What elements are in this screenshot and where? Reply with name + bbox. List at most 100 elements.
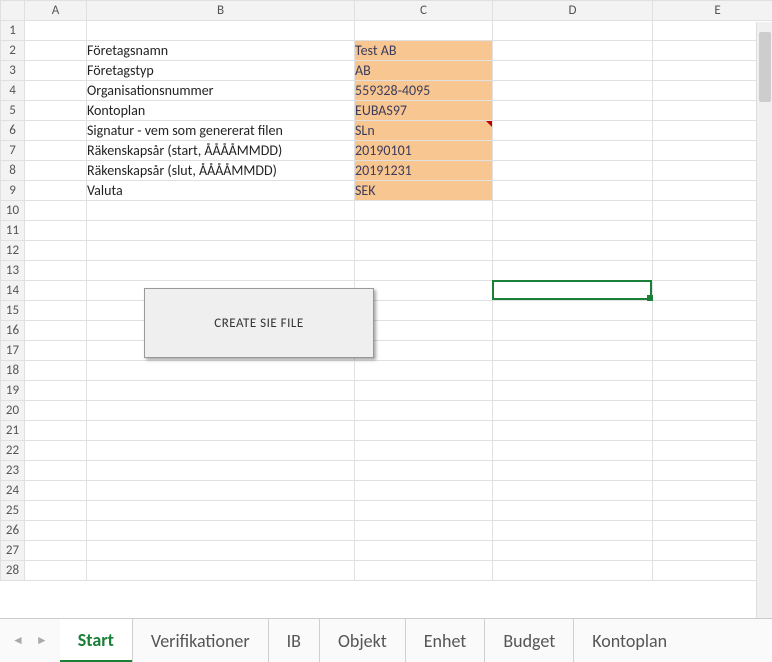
cell-E20[interactable] — [653, 401, 772, 421]
cell-E2[interactable] — [653, 41, 772, 61]
cell-D19[interactable] — [493, 381, 653, 401]
sheet-tab-objekt[interactable]: Objekt — [319, 619, 405, 662]
column-header-A[interactable]: A — [25, 1, 87, 21]
cell-D12[interactable] — [493, 241, 653, 261]
cell-C27[interactable] — [355, 541, 493, 561]
row-header-8[interactable]: 8 — [1, 161, 25, 181]
cell-B19[interactable] — [87, 381, 355, 401]
cell-B1[interactable] — [87, 21, 355, 41]
row-header-19[interactable]: 19 — [1, 381, 25, 401]
cell-D28[interactable] — [493, 561, 653, 581]
cell-A21[interactable] — [25, 421, 87, 441]
cell-C20[interactable] — [355, 401, 493, 421]
cell-E16[interactable] — [653, 321, 772, 341]
row-header-11[interactable]: 11 — [1, 221, 25, 241]
row-header-6[interactable]: 6 — [1, 121, 25, 141]
cell-B24[interactable] — [87, 481, 355, 501]
comment-indicator-icon[interactable] — [486, 121, 492, 127]
cell-D5[interactable] — [493, 101, 653, 121]
row-header-20[interactable]: 20 — [1, 401, 25, 421]
cell-D23[interactable] — [493, 461, 653, 481]
cell-D17[interactable] — [493, 341, 653, 361]
cell-C15[interactable] — [355, 301, 493, 321]
cell-D9[interactable] — [493, 181, 653, 201]
cell-B2[interactable]: Företagsnamn — [87, 41, 355, 61]
row-header-12[interactable]: 12 — [1, 241, 25, 261]
cell-D14[interactable] — [493, 281, 653, 301]
create-sie-file-button[interactable]: CREATE SIE FILE — [144, 288, 374, 358]
cell-A15[interactable] — [25, 301, 87, 321]
cell-D25[interactable] — [493, 501, 653, 521]
column-header-B[interactable]: B — [87, 1, 355, 21]
cell-E6[interactable] — [653, 121, 772, 141]
cell-C8[interactable]: 20191231 — [355, 161, 493, 181]
cell-A14[interactable] — [25, 281, 87, 301]
vertical-scroll-thumb[interactable] — [759, 32, 771, 102]
cell-D20[interactable] — [493, 401, 653, 421]
cell-D18[interactable] — [493, 361, 653, 381]
row-header-14[interactable]: 14 — [1, 281, 25, 301]
cell-B9[interactable]: Valuta — [87, 181, 355, 201]
cell-E27[interactable] — [653, 541, 772, 561]
row-header-10[interactable]: 10 — [1, 201, 25, 221]
cell-A26[interactable] — [25, 521, 87, 541]
cell-E4[interactable] — [653, 81, 772, 101]
row-header-16[interactable]: 16 — [1, 321, 25, 341]
row-header-25[interactable]: 25 — [1, 501, 25, 521]
cell-E3[interactable] — [653, 61, 772, 81]
cell-A5[interactable] — [25, 101, 87, 121]
cell-C19[interactable] — [355, 381, 493, 401]
cell-C11[interactable] — [355, 221, 493, 241]
cell-C23[interactable] — [355, 461, 493, 481]
cell-D21[interactable] — [493, 421, 653, 441]
cell-A3[interactable] — [25, 61, 87, 81]
cell-A9[interactable] — [25, 181, 87, 201]
row-header-18[interactable]: 18 — [1, 361, 25, 381]
cell-E7[interactable] — [653, 141, 772, 161]
cell-C10[interactable] — [355, 201, 493, 221]
cell-A24[interactable] — [25, 481, 87, 501]
cell-A4[interactable] — [25, 81, 87, 101]
cell-D2[interactable] — [493, 41, 653, 61]
cell-C2[interactable]: Test AB — [355, 41, 493, 61]
row-header-3[interactable]: 3 — [1, 61, 25, 81]
cell-D10[interactable] — [493, 201, 653, 221]
cell-E24[interactable] — [653, 481, 772, 501]
cell-E1[interactable] — [653, 21, 772, 41]
sheet-nav-next-icon[interactable]: ► — [36, 633, 48, 648]
cell-C18[interactable] — [355, 361, 493, 381]
cell-D26[interactable] — [493, 521, 653, 541]
cell-C16[interactable] — [355, 321, 493, 341]
row-header-4[interactable]: 4 — [1, 81, 25, 101]
cell-C12[interactable] — [355, 241, 493, 261]
cell-E5[interactable] — [653, 101, 772, 121]
cell-B4[interactable]: Organisationsnummer — [87, 81, 355, 101]
sheet-tab-verifikationer[interactable]: Verifikationer — [132, 619, 268, 662]
cell-C28[interactable] — [355, 561, 493, 581]
cell-B8[interactable]: Räkenskapsår (slut, ÅÅÅÅMMDD) — [87, 161, 355, 181]
row-header-7[interactable]: 7 — [1, 141, 25, 161]
cell-A6[interactable] — [25, 121, 87, 141]
cell-E19[interactable] — [653, 381, 772, 401]
cell-D7[interactable] — [493, 141, 653, 161]
cell-B12[interactable] — [87, 241, 355, 261]
cell-C21[interactable] — [355, 421, 493, 441]
row-header-27[interactable]: 27 — [1, 541, 25, 561]
cell-C25[interactable] — [355, 501, 493, 521]
cell-A27[interactable] — [25, 541, 87, 561]
column-header-C[interactable]: C — [355, 1, 493, 21]
spreadsheet-grid[interactable]: ABCDE 12FöretagsnamnTest AB3FöretagstypA… — [0, 0, 772, 618]
cell-C17[interactable] — [355, 341, 493, 361]
cell-B21[interactable] — [87, 421, 355, 441]
row-header-2[interactable]: 2 — [1, 41, 25, 61]
cell-E28[interactable] — [653, 561, 772, 581]
cell-B3[interactable]: Företagstyp — [87, 61, 355, 81]
cell-E15[interactable] — [653, 301, 772, 321]
sheet-tab-kontoplan[interactable]: Kontoplan — [573, 619, 685, 662]
cell-A20[interactable] — [25, 401, 87, 421]
cell-B6[interactable]: Signatur - vem som genererat filen — [87, 121, 355, 141]
cell-B22[interactable] — [87, 441, 355, 461]
cell-C6[interactable]: SLn — [355, 121, 493, 141]
cell-E21[interactable] — [653, 421, 772, 441]
cell-E13[interactable] — [653, 261, 772, 281]
